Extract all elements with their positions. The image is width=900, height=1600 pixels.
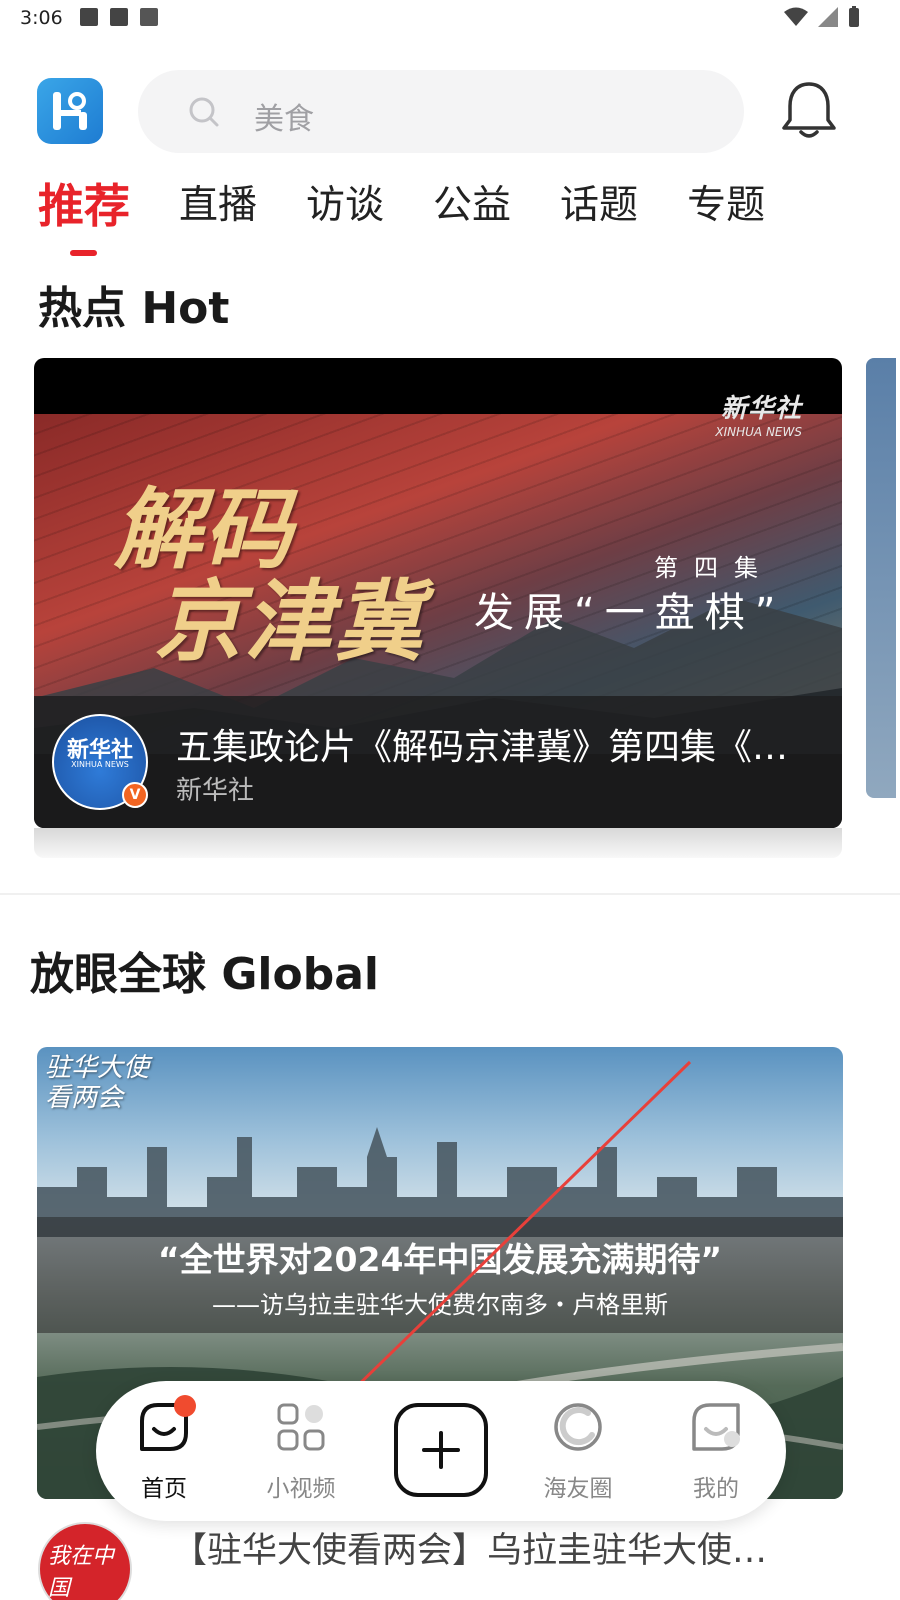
next-item-avatar-text: 我在中国 xyxy=(48,1544,115,1600)
nav-friends-circle-label: 海友圈 xyxy=(543,1476,613,1502)
signal-icon xyxy=(818,7,838,27)
plus-icon xyxy=(422,1431,460,1469)
nav-short-video-label: 小视频 xyxy=(266,1476,336,1502)
ambassador-watermark: 驻华大使 看两会 xyxy=(45,1053,149,1113)
xinhua-watermark-en: XINHUA NEWS xyxy=(715,425,802,439)
next-item-avatar[interactable]: 我在中国 xyxy=(38,1522,132,1600)
status-bar: 3:06 xyxy=(0,0,900,40)
profile-face-icon xyxy=(688,1399,744,1455)
square-notification-icon xyxy=(110,8,128,26)
grid-icon xyxy=(273,1399,329,1455)
image-notification-icon xyxy=(80,8,98,26)
tab-interview[interactable]: 访谈 xyxy=(306,178,384,238)
xinhua-watermark: 新华社 XINHUA NEWS xyxy=(715,388,802,439)
episode-label: 第四集 xyxy=(654,554,774,582)
calligraphy-line2: 京津冀 xyxy=(154,569,425,673)
nav-profile[interactable]: 我的 xyxy=(666,1399,766,1503)
nav-profile-label: 我的 xyxy=(693,1476,739,1502)
card-stack-shadow xyxy=(34,828,842,858)
ambassador-watermark-line1: 驻华大使 xyxy=(45,1053,150,1083)
next-hot-card-peek[interactable] xyxy=(866,358,896,798)
global-card-quote: “全世界对2024年中国发展充满期待” xyxy=(157,1240,723,1279)
next-item-headline[interactable]: 【驻华大使看两会】乌拉圭驻华大使… xyxy=(172,1522,812,1573)
hot-card-headline[interactable]: 五集政论片《解码京津冀》第四集《… xyxy=(176,718,816,770)
bottom-nav: 首页 小视频 海友圈 我的 xyxy=(96,1381,786,1521)
circle-refresh-icon xyxy=(550,1399,606,1455)
hot-section-title: 热点 Hot xyxy=(38,283,230,334)
hot-card-source: 新华社 xyxy=(176,776,255,806)
battery-icon xyxy=(849,6,859,27)
nav-short-video[interactable]: 小视频 xyxy=(251,1399,351,1503)
section-divider xyxy=(0,893,900,895)
global-card-subquote: ——访乌拉圭驻华大使费尔南多・卢格里斯 xyxy=(212,1291,668,1319)
notification-dot xyxy=(174,1395,196,1417)
tab-specials[interactable]: 专题 xyxy=(687,178,765,238)
app-logo-icon xyxy=(53,92,87,130)
search-icon xyxy=(189,97,219,127)
nav-home[interactable]: 首页 xyxy=(114,1395,214,1503)
nav-home-label: 首页 xyxy=(141,1476,187,1502)
category-tabs: 推荐 直播 访谈 公益 话题 专题 xyxy=(38,178,814,238)
verified-badge: V xyxy=(122,782,148,808)
ambassador-watermark-line2: 看两会 xyxy=(45,1083,124,1113)
global-section-title: 放眼全球 Global xyxy=(30,949,380,1000)
tab-live[interactable]: 直播 xyxy=(179,178,257,238)
nav-friends-circle[interactable]: 海友圈 xyxy=(528,1399,628,1503)
tab-charity[interactable]: 公益 xyxy=(433,178,511,238)
home-face-icon xyxy=(136,1395,196,1455)
calligraphy-title: 解码 京津冀 xyxy=(114,483,424,667)
episode-subtitle: 发展“一盘棋” xyxy=(474,590,786,636)
create-post-button[interactable] xyxy=(394,1403,488,1497)
active-tab-indicator xyxy=(70,250,97,256)
calligraphy-line1: 解码 xyxy=(114,477,295,581)
bell-icon[interactable] xyxy=(780,80,838,142)
a-notification-icon xyxy=(140,8,158,26)
avatar-text-en: XINHUA NEWS xyxy=(71,760,129,769)
wifi-icon xyxy=(784,7,808,26)
tab-topics[interactable]: 话题 xyxy=(560,178,638,238)
xinhua-watermark-cn: 新华社 xyxy=(720,394,802,424)
status-system-icons xyxy=(784,6,860,28)
search-bar[interactable]: 美食 xyxy=(138,70,744,153)
tab-recommend[interactable]: 推荐 xyxy=(38,178,130,238)
search-placeholder: 美食 xyxy=(254,102,314,137)
status-time: 3:06 xyxy=(20,7,63,29)
status-notification-icons xyxy=(80,8,158,26)
app-logo[interactable] xyxy=(37,78,103,144)
hot-video-card[interactable]: 新华社 XINHUA NEWS 解码 京津冀 第四集 发展“一盘棋” 新华社 X… xyxy=(34,358,842,828)
